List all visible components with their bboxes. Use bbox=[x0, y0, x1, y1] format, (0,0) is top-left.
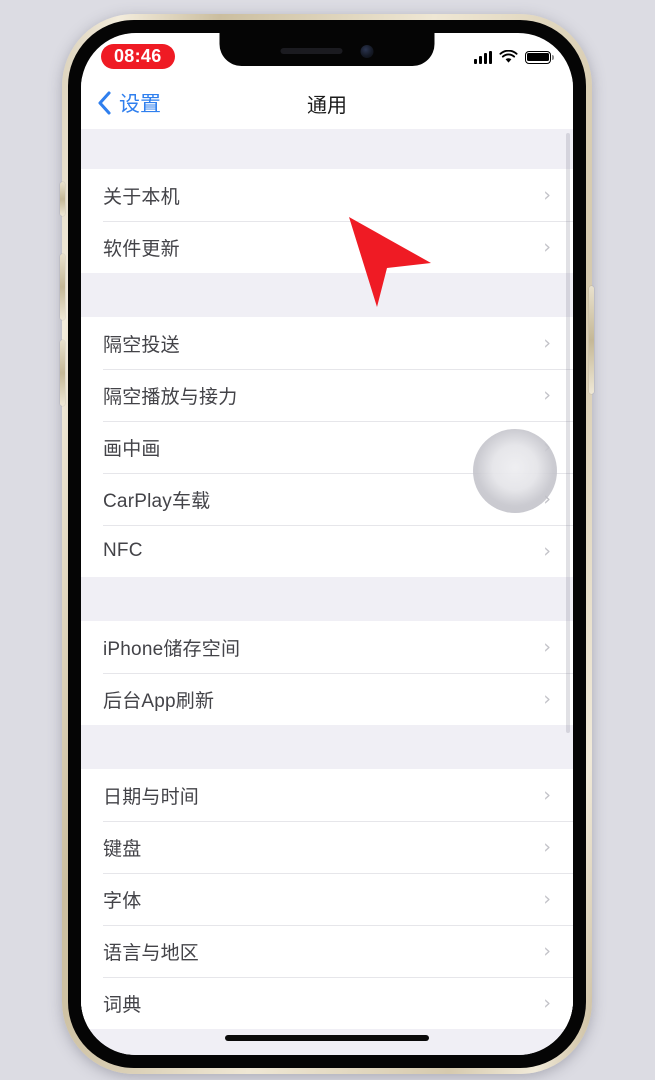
chevron-right-icon: › bbox=[543, 939, 551, 962]
row-label: 软件更新 bbox=[103, 238, 180, 260]
chevron-right-icon: › bbox=[543, 435, 551, 458]
settings-row-dictionary[interactable]: 词典 › bbox=[81, 977, 573, 1029]
settings-row-nfc[interactable]: NFC › bbox=[81, 525, 573, 577]
settings-row-background-app-refresh[interactable]: 后台App刷新 › bbox=[81, 673, 573, 725]
row-label: 语言与地区 bbox=[103, 942, 200, 964]
group-spacer bbox=[81, 129, 573, 169]
phone-device-frame: 08:46 设置 通用 关于本机 › 软件更新 › 隔空投送 › 隔空播放与接力… bbox=[60, 14, 594, 1074]
row-label: 字体 bbox=[103, 890, 142, 912]
status-time-recording-pill[interactable]: 08:46 bbox=[101, 43, 175, 69]
row-label: 键盘 bbox=[103, 838, 142, 860]
row-label: 词典 bbox=[103, 994, 142, 1016]
chevron-right-icon: › bbox=[543, 235, 551, 258]
chevron-right-icon: › bbox=[543, 635, 551, 658]
group-spacer bbox=[81, 577, 573, 621]
row-label: CarPlay车载 bbox=[103, 490, 211, 512]
chevron-left-icon bbox=[98, 91, 111, 115]
volume-down-button[interactable] bbox=[60, 340, 65, 406]
chevron-right-icon: › bbox=[543, 991, 551, 1014]
chevron-right-icon: › bbox=[543, 383, 551, 406]
row-label: 日期与时间 bbox=[103, 786, 200, 808]
power-button[interactable] bbox=[589, 286, 594, 394]
settings-row-carplay[interactable]: CarPlay车载 › bbox=[81, 473, 573, 525]
vertical-scrollbar[interactable] bbox=[566, 133, 570, 733]
settings-row-picture-in-picture[interactable]: 画中画 › bbox=[81, 421, 573, 473]
row-label: 后台App刷新 bbox=[103, 690, 215, 712]
volume-up-button[interactable] bbox=[60, 254, 65, 320]
group-spacer bbox=[81, 725, 573, 769]
row-label: iPhone储存空间 bbox=[103, 638, 241, 660]
settings-row-software-update[interactable]: 软件更新 › bbox=[81, 221, 573, 273]
row-label: 关于本机 bbox=[103, 186, 180, 208]
row-label: 隔空播放与接力 bbox=[103, 386, 238, 408]
settings-list-scroll[interactable]: 关于本机 › 软件更新 › 隔空投送 › 隔空播放与接力 › 画中画 › Car… bbox=[81, 129, 573, 1055]
settings-row-date-time[interactable]: 日期与时间 › bbox=[81, 769, 573, 821]
phone-bezel: 08:46 设置 通用 关于本机 › 软件更新 › 隔空投送 › 隔空播放与接力… bbox=[68, 20, 586, 1068]
settings-group-connectivity: 隔空投送 › 隔空播放与接力 › 画中画 › CarPlay车载 › NFC › bbox=[81, 317, 573, 577]
row-label: 隔空投送 bbox=[103, 334, 180, 356]
home-indicator[interactable] bbox=[225, 1035, 429, 1041]
row-label: NFC bbox=[103, 540, 143, 561]
settings-row-airdrop[interactable]: 隔空投送 › bbox=[81, 317, 573, 369]
cellular-signal-icon bbox=[474, 50, 492, 64]
chevron-right-icon: › bbox=[543, 687, 551, 710]
settings-row-iphone-storage[interactable]: iPhone储存空间 › bbox=[81, 621, 573, 673]
settings-row-about[interactable]: 关于本机 › bbox=[81, 169, 573, 221]
settings-row-airplay-handoff[interactable]: 隔空播放与接力 › bbox=[81, 369, 573, 421]
chevron-right-icon: › bbox=[543, 887, 551, 910]
chevron-right-icon: › bbox=[543, 835, 551, 858]
settings-group-localization: 日期与时间 › 键盘 › 字体 › 语言与地区 › 词典 › bbox=[81, 769, 573, 1029]
chevron-right-icon: › bbox=[543, 331, 551, 354]
group-spacer bbox=[81, 273, 573, 317]
chevron-right-icon: › bbox=[543, 183, 551, 206]
settings-group-about: 关于本机 › 软件更新 › bbox=[81, 169, 573, 273]
back-button[interactable]: 设置 bbox=[97, 88, 161, 118]
navigation-bar: 设置 通用 bbox=[81, 77, 573, 129]
mute-switch-button[interactable] bbox=[60, 182, 65, 216]
settings-row-keyboard[interactable]: 键盘 › bbox=[81, 821, 573, 873]
settings-row-fonts[interactable]: 字体 › bbox=[81, 873, 573, 925]
battery-icon bbox=[525, 50, 554, 64]
settings-row-language-region[interactable]: 语言与地区 › bbox=[81, 925, 573, 977]
chevron-right-icon: › bbox=[543, 783, 551, 806]
status-bar-indicators bbox=[474, 49, 554, 64]
wifi-icon bbox=[499, 49, 518, 63]
row-label: 画中画 bbox=[103, 438, 161, 460]
settings-group-storage: iPhone储存空间 › 后台App刷新 › bbox=[81, 621, 573, 725]
back-button-label: 设置 bbox=[119, 93, 161, 116]
status-bar: 08:46 bbox=[81, 33, 573, 77]
phone-screen: 08:46 设置 通用 关于本机 › 软件更新 › 隔空投送 › 隔空播放与接力… bbox=[81, 33, 573, 1055]
chevron-right-icon: › bbox=[543, 487, 551, 510]
chevron-right-icon: › bbox=[543, 539, 551, 562]
